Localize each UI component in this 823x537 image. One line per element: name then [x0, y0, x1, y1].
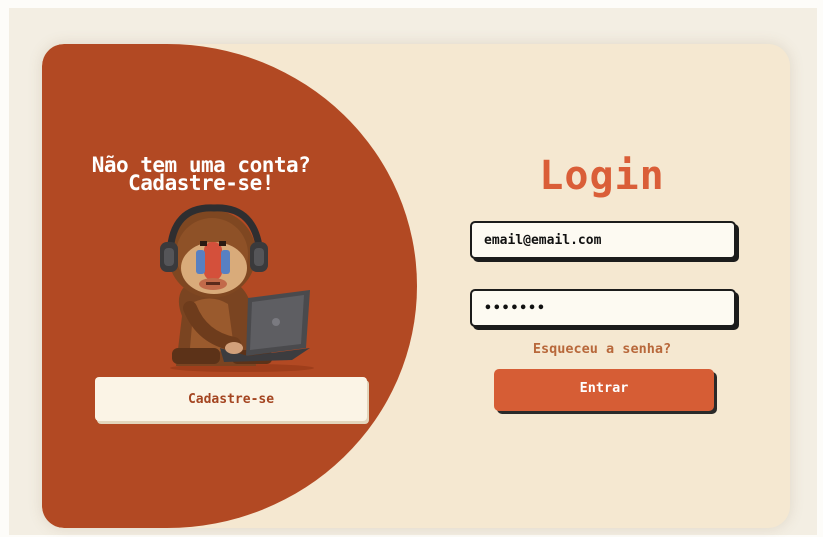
login-title: Login	[539, 153, 665, 199]
auth-card: Não tem uma conta? Cadastre-se! Cadastre…	[42, 44, 790, 528]
signup-button[interactable]: Cadastre-se	[95, 377, 367, 421]
forgot-password-link[interactable]: Esqueceu a senha?	[482, 341, 722, 357]
signup-panel: Não tem uma conta? Cadastre-se! Cadastre…	[42, 44, 417, 528]
signup-heading: Não tem uma conta? Cadastre-se!	[42, 155, 360, 195]
login-button[interactable]: Entrar	[494, 369, 714, 411]
password-field[interactable]	[470, 289, 736, 327]
signup-heading-line-2: Cadastre-se!	[128, 171, 274, 195]
monkey-with-headphones-and-laptop-icon	[160, 204, 314, 372]
email-field[interactable]	[470, 221, 736, 259]
